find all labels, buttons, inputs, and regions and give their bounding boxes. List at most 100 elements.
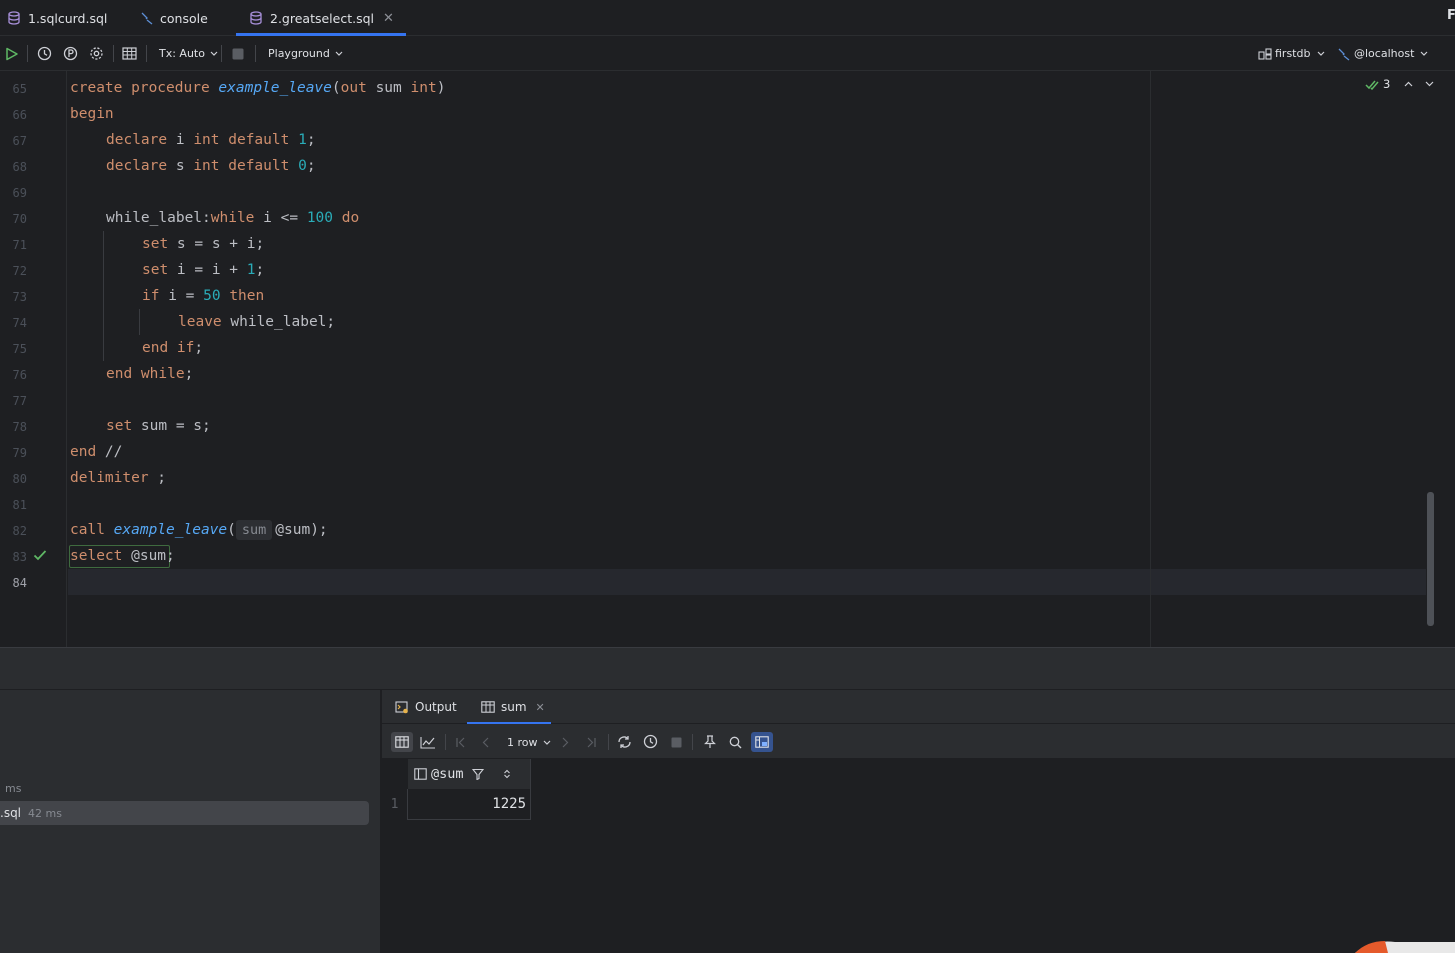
code-line-78: set sum = s; — [106, 413, 211, 439]
schema-dropdown[interactable]: firstdb — [1258, 36, 1325, 71]
cancel-query-button[interactable] — [671, 732, 682, 752]
pin-tab-button[interactable] — [704, 732, 716, 752]
database-file-icon — [250, 11, 264, 25]
table-view-toggle[interactable] — [391, 732, 413, 752]
keyword: create procedure — [70, 80, 219, 96]
check-icon — [33, 550, 47, 561]
toolbar-separator — [221, 45, 222, 62]
chart-view-toggle[interactable] — [420, 732, 436, 752]
first-page-button[interactable] — [456, 732, 466, 752]
vertical-scrollbar[interactable] — [1427, 492, 1434, 626]
table-view-button[interactable] — [122, 36, 137, 71]
database-file-icon — [8, 11, 22, 25]
keyword: declare — [106, 132, 168, 148]
filter-icon[interactable] — [471, 768, 484, 780]
chevron-down-icon — [1318, 51, 1325, 56]
inspection-widget[interactable]: 3 — [1365, 77, 1434, 91]
close-icon[interactable]: ✕ — [383, 11, 394, 26]
procedure-name: example_leave — [113, 522, 228, 538]
services-panel: ms .sql 42 ms — [0, 690, 381, 953]
editor-toolbar: Tx: Auto Playground firstdb @localhost — [0, 36, 1455, 71]
tab-label: sum — [501, 700, 527, 714]
sort-icon[interactable] — [503, 769, 510, 779]
execute-button[interactable] — [5, 36, 19, 71]
table-icon — [395, 736, 409, 748]
keyword: int — [410, 80, 437, 96]
stop-button[interactable] — [232, 36, 244, 71]
toolbar-separator — [113, 45, 114, 62]
tx-mode-label: Tx: Auto — [159, 47, 205, 60]
previous-page-button[interactable] — [482, 732, 489, 752]
tab-sum[interactable]: sum ✕ — [467, 690, 551, 724]
results-toolbar: 1 row — [382, 724, 1455, 759]
chevron-down-icon — [335, 51, 343, 56]
keyword: then — [229, 288, 265, 304]
parameter-hint: sum — [235, 520, 273, 540]
chevron-down-icon — [1420, 51, 1428, 56]
datasource-dropdown[interactable]: @localhost — [1337, 36, 1428, 71]
keyword: leave — [178, 314, 222, 330]
code-line-82: call example_leave(sum @sum); — [70, 517, 328, 543]
keyword: while — [210, 210, 255, 226]
code-text: ; — [148, 470, 167, 486]
history-button[interactable] — [37, 36, 52, 71]
code-text: sum = s; — [132, 418, 211, 434]
reload-button[interactable] — [617, 732, 632, 752]
toolbar-separator — [27, 45, 28, 62]
result-cell[interactable]: 1225 — [408, 789, 531, 820]
number-literal: 0 — [298, 158, 307, 174]
clock-icon — [643, 734, 658, 749]
code-line-80: delimiter ; — [70, 465, 166, 491]
code-text: sum — [366, 80, 411, 96]
number-literal: 1 — [246, 262, 256, 278]
console-icon — [140, 11, 154, 25]
line-number: 69 — [12, 186, 27, 200]
chevron-down-icon — [210, 51, 218, 56]
tab-console[interactable]: console — [140, 0, 208, 36]
code-text: i = i + — [168, 262, 247, 278]
chevron-right-icon — [562, 737, 569, 747]
tab-2-greatselect[interactable]: 2.greatselect.sql ✕ — [236, 0, 406, 36]
keyword: end while — [106, 366, 185, 382]
table-icon — [481, 701, 495, 713]
playground-dropdown[interactable]: Playground — [268, 36, 343, 71]
code-text: ; — [306, 158, 316, 174]
explain-plan-button[interactable] — [63, 36, 78, 71]
line-number-current: 84 — [12, 576, 27, 590]
code-text: ; — [184, 366, 194, 382]
code-line-66: begin — [70, 101, 114, 127]
stop-icon — [232, 48, 244, 59]
settings-button[interactable] — [89, 36, 104, 71]
double-check-icon — [1365, 80, 1379, 90]
query-history-button[interactable] — [643, 732, 659, 752]
search-button[interactable] — [729, 732, 742, 752]
chevron-up-icon[interactable] — [1404, 81, 1413, 87]
tab-output[interactable]: Output — [395, 690, 457, 724]
column-icon — [414, 768, 427, 780]
chevron-down-icon[interactable] — [1425, 81, 1434, 87]
code-line-79: end // — [70, 439, 122, 465]
layout-toggle[interactable] — [751, 732, 773, 752]
column-name: @sum — [431, 766, 464, 782]
tab-1-sqlcurd[interactable]: 1.sqlcurd.sql — [8, 0, 107, 36]
code-line-67: declare i int default 1; — [106, 127, 316, 153]
row-number: 1 — [382, 789, 408, 820]
keyword: begin — [70, 106, 114, 122]
last-page-button[interactable] — [586, 732, 596, 752]
toolbar-separator — [692, 734, 693, 750]
column-header-sum[interactable]: @sum — [408, 759, 531, 789]
code-line-65: create procedure example_leave(out sum i… — [70, 75, 445, 101]
services-session-row[interactable]: .sql 42 ms — [0, 801, 369, 825]
line-number: 76 — [12, 368, 27, 382]
code-text: ; — [306, 132, 316, 148]
transaction-mode-dropdown[interactable]: Tx: Auto — [159, 36, 218, 71]
close-icon[interactable]: ✕ — [536, 701, 545, 714]
session-file-name: .sql — [0, 806, 22, 820]
number-literal: 100 — [306, 210, 334, 226]
indent-guide — [139, 309, 140, 335]
next-page-button[interactable] — [562, 732, 569, 752]
page-size-dropdown[interactable]: 1 row — [507, 732, 551, 752]
code-text: s = s + i; — [168, 236, 265, 252]
sql-editor[interactable]: 65 66 67 68 69 70 71 72 73 74 75 76 77 7… — [0, 71, 1455, 647]
corner-decoration — [1355, 941, 1455, 953]
